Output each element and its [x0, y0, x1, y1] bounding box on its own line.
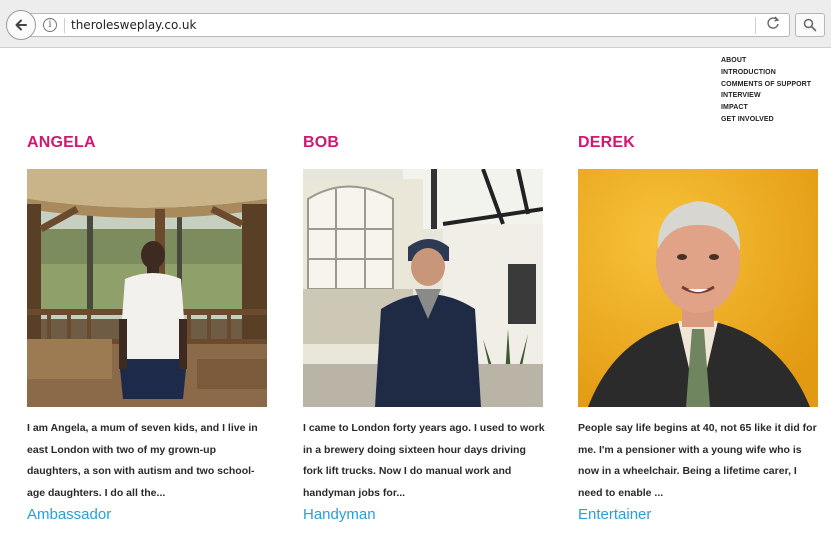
search-button[interactable] — [795, 13, 825, 37]
profile-role-link[interactable]: Entertainer — [578, 506, 651, 523]
info-icon[interactable]: i — [43, 18, 57, 32]
search-icon — [803, 18, 817, 32]
reload-button[interactable] — [763, 16, 783, 36]
profile-bio: I am Angela, a mum of seven kids, and I … — [27, 422, 258, 499]
profile-card: ANGELA I am Angela, a mum of seven kids,… — [27, 134, 267, 523]
reload-divider — [755, 17, 756, 34]
profile-bio: I came to London forty years ago. I used… — [303, 422, 545, 499]
nav-item-comments-of-support[interactable]: Comments of support — [721, 79, 811, 91]
nav-item-about[interactable]: About — [721, 55, 811, 67]
reload-icon — [767, 16, 780, 29]
profile-role-link[interactable]: Ambassador — [27, 506, 111, 523]
profile-card: BOB I came to London forty years ago. I … — [303, 134, 545, 523]
nav-item-interview[interactable]: Interview — [721, 90, 811, 102]
profile-name[interactable]: BOB — [303, 134, 543, 154]
profile-name[interactable]: DEREK — [578, 134, 818, 154]
back-arrow-icon — [15, 19, 27, 31]
courtyard-photo — [303, 169, 543, 407]
browser-toolbar: i therolesweplay.co.uk — [0, 0, 831, 48]
profile-name[interactable]: ANGELA — [27, 134, 267, 154]
profile-card: DEREK People say life begins at 40, not … — [578, 134, 818, 523]
nav-item-get-involved[interactable]: Get involved — [721, 114, 811, 126]
profile-photo[interactable] — [303, 169, 543, 407]
url-divider — [64, 18, 65, 33]
nav-item-impact[interactable]: Impact — [721, 102, 811, 114]
nav-item-introduction[interactable]: Introduction — [721, 67, 811, 79]
address-bar[interactable]: i therolesweplay.co.uk — [30, 13, 790, 37]
profile-bio: People say life begins at 40, not 65 lik… — [578, 422, 817, 499]
profile-photo[interactable] — [578, 169, 818, 407]
gazebo-photo — [27, 169, 267, 407]
profile-role-link[interactable]: Handyman — [303, 506, 376, 523]
back-button[interactable] — [6, 10, 36, 40]
profile-photo[interactable] — [27, 169, 267, 407]
url-text[interactable]: therolesweplay.co.uk — [71, 18, 196, 32]
portrait-photo — [578, 169, 818, 407]
site-nav: About Introduction Comments of support I… — [721, 55, 811, 126]
